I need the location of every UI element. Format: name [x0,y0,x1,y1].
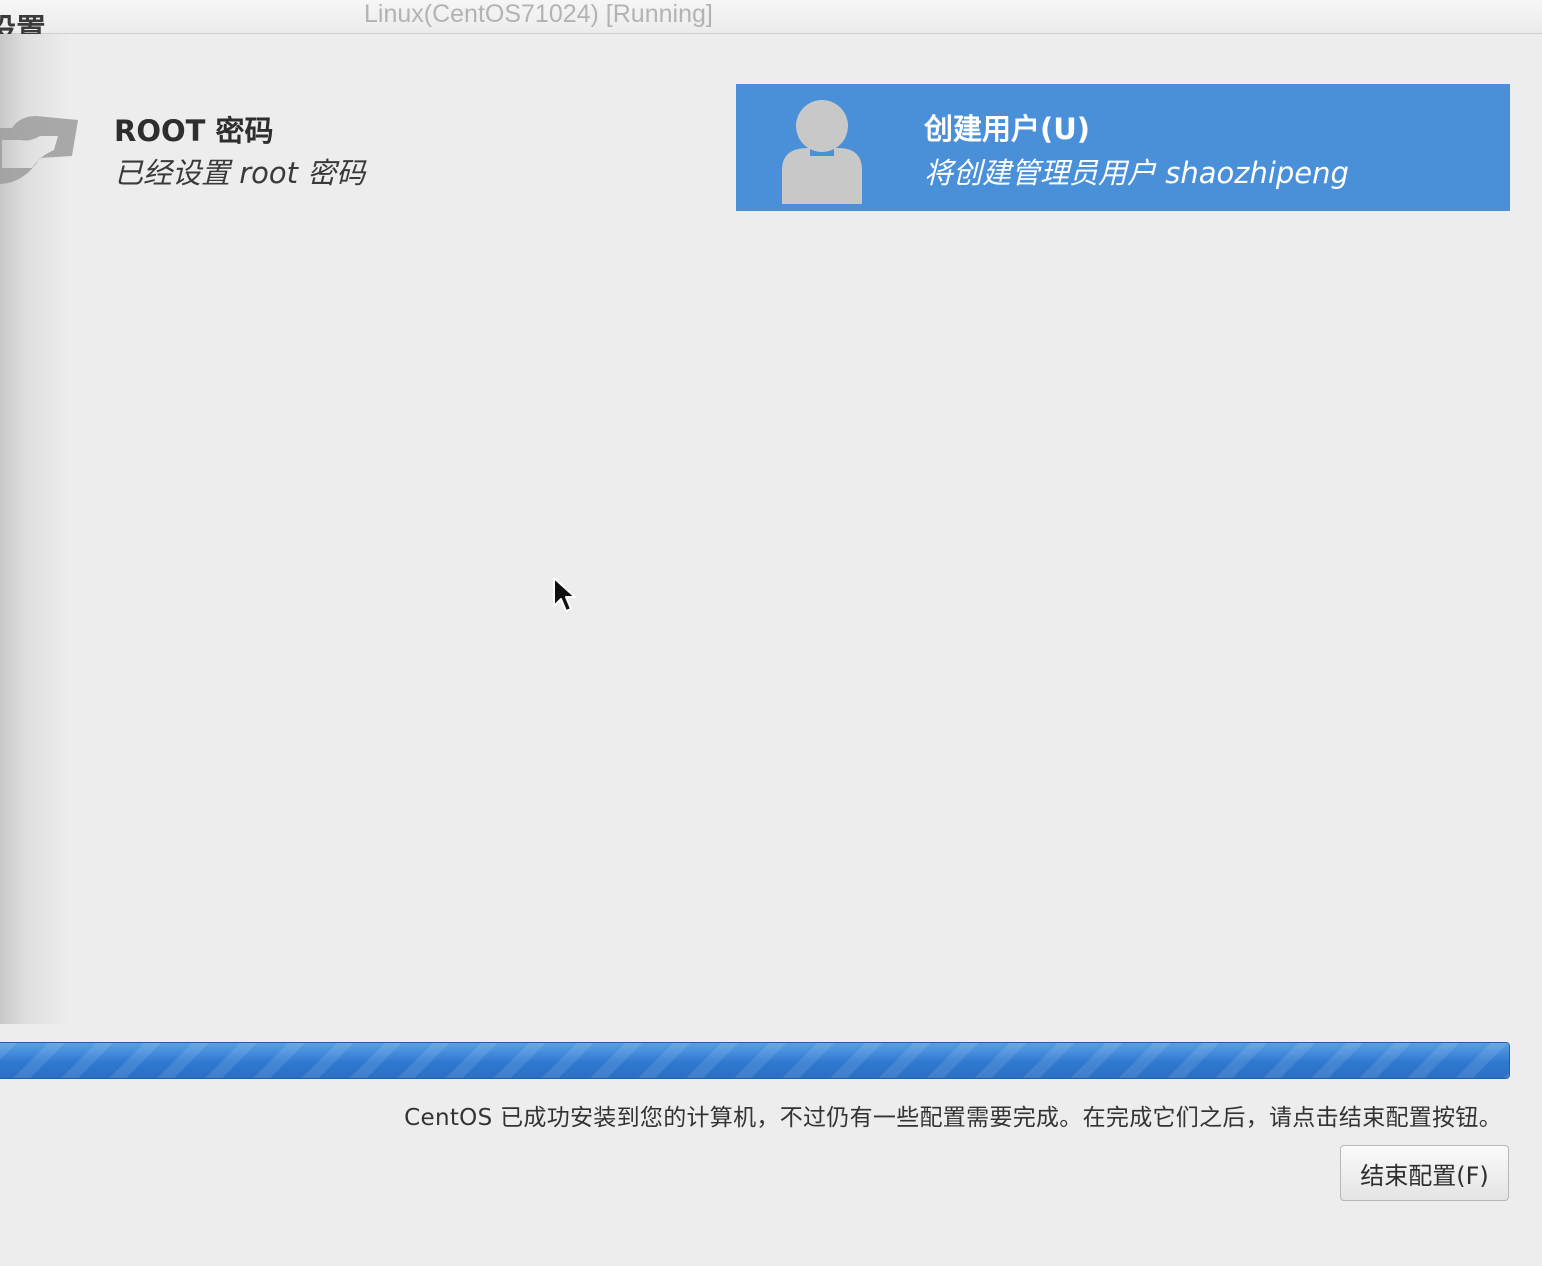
progress-fill [0,1043,1509,1078]
create-user-spoke[interactable]: 创建用户(U) 将创建管理员用户 shaozhipeng [736,84,1510,211]
window-title-bar: Linux(CentOS71024) [Running] [0,0,1542,34]
mouse-pointer-icon [553,577,576,612]
create-user-status: 将创建管理员用户 shaozhipeng [924,156,1349,190]
root-password-status: 已经设置 root 密码 [114,156,366,190]
create-user-title: 创建用户(U) [924,112,1091,146]
window-title: Linux(CentOS71024) [Running] [364,0,713,28]
key-icon [0,116,78,184]
install-progress-bar [0,1042,1510,1079]
user-icon [782,100,862,204]
root-password-spoke[interactable]: ROOT 密码 已经设置 root 密码 [0,92,700,212]
root-password-title: ROOT 密码 [114,114,274,148]
installer-screen: Linux(CentOS71024) [Running] 设置 ROOT 密码 … [0,0,1542,1266]
installation-status-message: CentOS 已成功安装到您的计算机，不过仍有一些配置需要完成。在完成它们之后，… [404,1105,1502,1131]
section-heading: 设置 [0,14,46,34]
finish-configuration-button[interactable]: 结束配置(F) [1340,1145,1509,1201]
